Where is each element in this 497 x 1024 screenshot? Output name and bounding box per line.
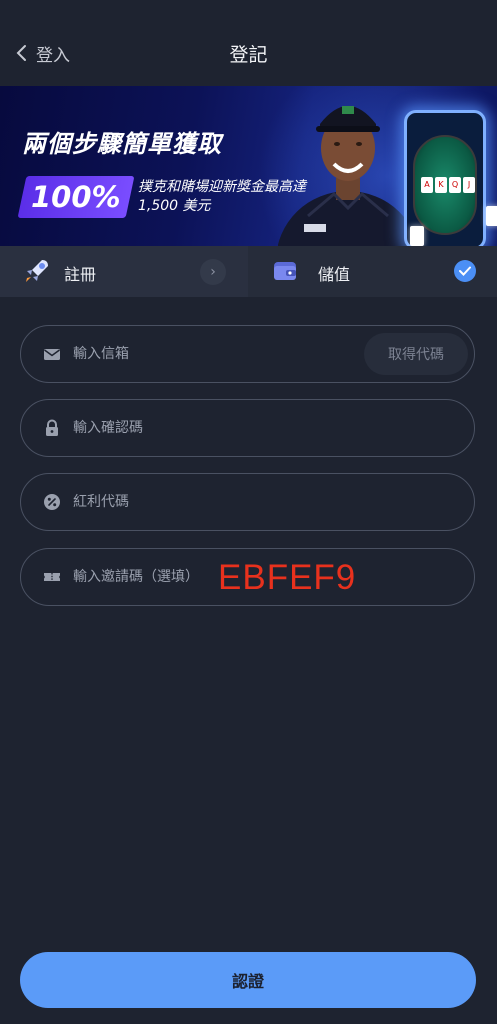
- invite-code-annotation: EBFEF9: [218, 558, 357, 597]
- verification-code-input[interactable]: [73, 400, 353, 456]
- step-deposit[interactable]: 儲值: [248, 246, 497, 297]
- bonus-code-field[interactable]: [20, 473, 475, 531]
- rocket-icon: [26, 260, 48, 282]
- check-icon: [454, 260, 476, 282]
- step-register-label: 註冊: [64, 265, 97, 284]
- step-register[interactable]: 註冊 ›: [0, 246, 248, 297]
- percent-icon: [44, 494, 60, 510]
- email-input[interactable]: [73, 326, 353, 382]
- bonus-code-input[interactable]: [73, 474, 353, 530]
- poker-table: A K Q J: [413, 135, 477, 235]
- wallet-icon: [274, 262, 296, 280]
- verification-code-field[interactable]: [20, 399, 475, 457]
- floating-card: [410, 226, 424, 246]
- banner-headline: 兩個步驟簡單獲取: [22, 130, 222, 158]
- promo-banner[interactable]: 兩個步驟簡單獲取 100% 撲克和賭場迎新獎金最高達 1,500 美元 A K …: [0, 86, 497, 246]
- mail-icon: [44, 349, 60, 360]
- ticket-icon: [44, 573, 60, 581]
- page-title: 登記: [229, 44, 268, 66]
- verify-button[interactable]: 認證: [20, 952, 476, 1008]
- email-field[interactable]: 取得代碼: [20, 325, 475, 383]
- step-bar: 註冊 › 儲值: [0, 246, 497, 297]
- ambassador-illustration: [278, 106, 418, 246]
- lock-icon: [46, 419, 58, 436]
- get-code-button[interactable]: 取得代碼: [364, 333, 468, 375]
- chevron-right-icon: ›: [200, 259, 226, 285]
- badge-text: 100%: [31, 180, 121, 214]
- percent-badge: 100%: [17, 176, 135, 218]
- step-deposit-label: 儲值: [318, 265, 351, 284]
- floating-card: [486, 206, 497, 226]
- top-bar: 登入 登記: [0, 0, 497, 86]
